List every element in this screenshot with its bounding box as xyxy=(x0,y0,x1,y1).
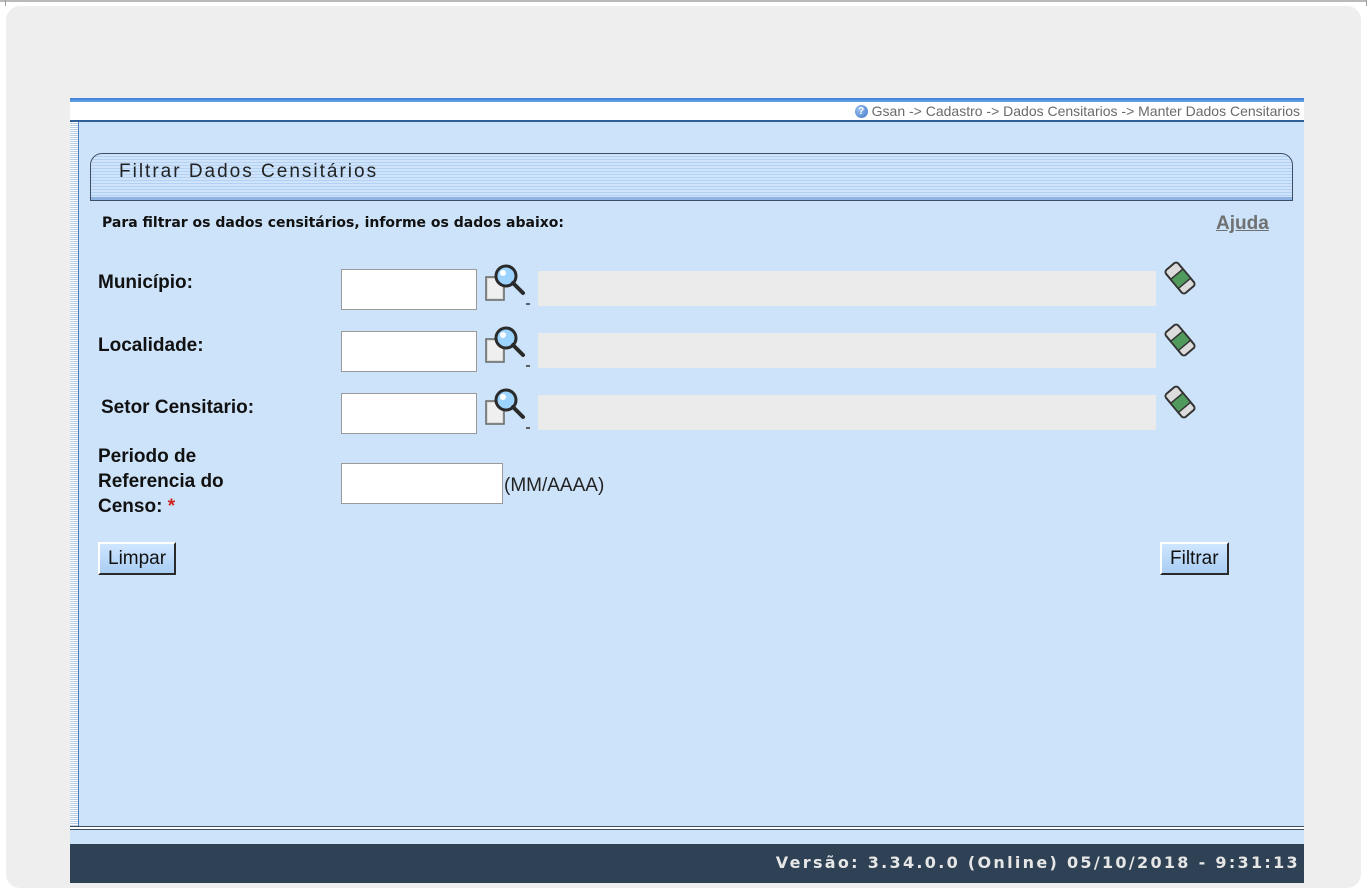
help-circle-icon[interactable]: ? xyxy=(854,104,868,118)
periodo-label-line2: Referencia do xyxy=(98,471,224,492)
municipio-code-input[interactable] xyxy=(341,269,477,310)
periodo-label-line1: Periodo de xyxy=(98,446,197,467)
municipio-label: Município: xyxy=(98,272,193,293)
eraser-icon[interactable] xyxy=(1164,323,1196,357)
title-underline xyxy=(91,197,1292,200)
setor-censitario-description-field xyxy=(538,395,1156,430)
page-title: Filtrar Dados Censitários xyxy=(119,161,379,182)
app-container: ? Gsan -> Cadastro -> Dados Censitarios … xyxy=(70,98,1304,883)
eraser-icon[interactable] xyxy=(1164,261,1196,295)
periodo-label-line3: Censo: xyxy=(98,496,163,517)
localidade-code-input[interactable] xyxy=(341,331,477,372)
eraser-icon[interactable] xyxy=(1164,385,1196,419)
help-link[interactable]: Ajuda xyxy=(1216,213,1269,235)
required-asterisk: * xyxy=(167,496,176,517)
periodo-referencia-input[interactable] xyxy=(341,463,503,504)
panel-title-bar: Filtrar Dados Censitários xyxy=(90,153,1293,201)
date-format-hint: (MM/AAAA) xyxy=(504,475,605,496)
magnifier-search-icon[interactable] xyxy=(484,322,530,368)
localidade-label: Localidade: xyxy=(98,335,204,356)
instructions-text: Para filtrar os dados censitários, infor… xyxy=(102,215,565,231)
left-menu-rule xyxy=(70,122,79,830)
magnifier-search-icon[interactable] xyxy=(484,384,530,430)
breadcrumb-text: Gsan -> Cadastro -> Dados Censitarios ->… xyxy=(871,103,1300,119)
setor-censitario-label: Setor Censitario: xyxy=(101,397,255,418)
content-bottom-rule xyxy=(70,826,1304,830)
municipio-description-field xyxy=(538,271,1156,306)
breadcrumb: ? Gsan -> Cadastro -> Dados Censitarios … xyxy=(854,103,1300,119)
magnifier-search-icon[interactable] xyxy=(484,260,530,306)
filter-button[interactable]: Filtrar xyxy=(1160,542,1229,575)
footer-bar: Versão: 3.34.0.0 (Online) 05/10/2018 - 9… xyxy=(70,844,1304,883)
version-text: Versão: 3.34.0.0 (Online) 05/10/2018 - 9… xyxy=(775,853,1300,872)
setor-censitario-code-input[interactable] xyxy=(341,393,477,434)
periodo-referencia-label: Periodo de Referencia do Censo: * xyxy=(98,444,224,519)
breadcrumb-bar: ? Gsan -> Cadastro -> Dados Censitarios … xyxy=(70,102,1304,122)
localidade-description-field xyxy=(538,333,1156,368)
clear-button[interactable]: Limpar xyxy=(98,542,177,575)
